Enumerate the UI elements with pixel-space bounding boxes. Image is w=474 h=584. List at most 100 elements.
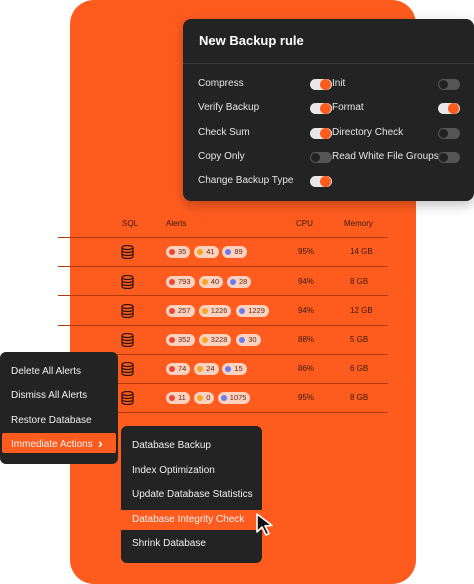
option-row: Check Sum [198,125,338,141]
option-label: Compress [198,78,244,89]
submenu-item-shrink-database[interactable]: Shrink Database [132,538,206,549]
option-label: Format [332,102,364,113]
toggle-switch[interactable] [310,103,332,114]
header-memory: Memory [344,219,373,228]
alert-count-pill[interactable]: 41 [194,246,219,258]
alert-count: 3228 [210,335,228,344]
toggle-knob [311,153,320,162]
alert-count: 1075 [229,393,247,402]
alert-dot [169,249,175,255]
option-label: Verify Backup [198,102,260,113]
toggle-knob [439,153,448,162]
alert-count-pill[interactable]: 40 [198,276,224,288]
memory-value: 8 GB [350,277,369,286]
alert-count-pill[interactable]: 30 [236,334,261,346]
mouse-pointer-icon [256,513,273,536]
memory-value: 8 GB [350,393,369,402]
alert-count: 35 [178,247,187,256]
alert-dot [201,337,208,343]
memory-value: 6 GB [350,364,369,373]
toggle-switch[interactable] [438,152,460,163]
option-label: Read White File Groups [332,151,439,162]
table-row[interactable]: 257 1226 1229 94% 12 GB [118,301,378,321]
alert-count: 41 [206,247,215,256]
option-row: Compress [198,76,338,92]
toggle-switch[interactable] [438,103,460,114]
alert-count: 11 [178,393,186,402]
memory-value: 5 GB [350,335,369,344]
alert-count: 24 [206,364,215,373]
alert-count-pill[interactable]: 28 [227,276,252,288]
option-label: Change Backup Type [198,175,294,186]
database-icon [121,362,134,376]
option-label: Init [332,78,346,89]
table-row[interactable]: 793 40 28 94% 8 GB [118,272,378,292]
alert-count-pill[interactable]: 35 [166,246,191,258]
backup-rule-dialog: New Backup rule Compress Verify Backup Che… [183,19,474,201]
toggle-knob [320,79,331,90]
alert-count-pill[interactable]: 89 [222,246,247,258]
option-row: Change Backup Type [198,173,338,189]
cpu-value: 95% [298,247,315,256]
alert-count: 30 [248,335,257,344]
toggle-knob [439,80,448,89]
row-divider [58,237,388,238]
submenu-item-index-optimization[interactable]: Index Optimization [132,465,215,476]
toggle-switch[interactable] [310,79,332,90]
database-icon [121,391,134,405]
table-row[interactable]: 11 0 1075 95% 8 GB [118,388,378,408]
database-icon [121,304,134,318]
toggle-switch[interactable] [438,79,460,90]
alert-count-pill[interactable]: 257 [166,305,195,317]
alert-count-pill[interactable]: 1229 [236,305,269,317]
option-label: Directory Check [332,127,404,138]
alert-dot [201,279,208,285]
submenu-item-update-database-statistics[interactable]: Update Database Statistics [132,489,253,500]
context-menu: Delete All Alerts Dismiss All Alerts Res… [0,352,118,464]
alert-count-pill[interactable]: 11 [166,392,190,404]
submenu-item-database-integrity-check[interactable]: Database Integrity Check [132,514,244,525]
alert-count: 40 [210,277,220,286]
alert-count-pill[interactable]: 1226 [198,305,232,317]
alert-count-pill[interactable]: 1075 [217,392,251,404]
row-divider [58,295,388,296]
toggle-switch[interactable] [310,152,332,163]
alert-count-pill[interactable]: 24 [194,363,219,375]
row-divider [58,325,388,326]
menu-item-dismiss-all-alerts[interactable]: Dismiss All Alerts [11,390,87,401]
toggle-switch[interactable] [310,176,332,187]
table-row[interactable]: 35 41 89 95% 14 GB [118,242,378,262]
alert-count: 793 [178,277,191,286]
menu-item-immediate-actions[interactable]: Immediate Actions [11,439,93,450]
alert-count-pill[interactable]: 74 [166,363,191,375]
alert-dot [225,249,232,255]
alert-dot [169,308,175,314]
alert-count-pill[interactable]: 3228 [198,334,232,346]
alert-dot [220,395,227,401]
alert-count-pill[interactable]: 0 [194,392,215,404]
table-row[interactable]: 74 24 15 86% 6 GB [118,359,378,379]
alert-count-pill[interactable]: 15 [222,363,247,375]
memory-value: 14 GB [350,247,373,256]
table-row[interactable]: 352 3228 30 88% 5 GB [118,330,378,350]
toggle-knob [320,103,331,114]
alert-dot [230,279,236,285]
menu-item-restore-database[interactable]: Restore Database [11,415,92,426]
alert-dot [239,308,246,314]
alert-count-pill[interactable]: 352 [166,334,195,346]
dialog-title: New Backup rule [199,33,304,48]
option-row: Verify Backup [198,100,338,116]
cpu-value: 94% [298,306,315,315]
cpu-value: 94% [298,277,315,286]
toggle-switch[interactable] [310,128,332,139]
submenu-item-database-backup[interactable]: Database Backup [132,440,211,451]
toggle-switch[interactable] [438,128,460,139]
database-icon [121,275,134,289]
cpu-value: 95% [298,393,315,402]
menu-item-delete-all-alerts[interactable]: Delete All Alerts [11,366,81,377]
alert-count-pill[interactable]: 793 [166,276,195,288]
header-sql: SQL [122,219,139,228]
chevron-right-icon: › [98,435,103,451]
alert-count: 257 [178,306,191,315]
alert-dot [197,395,204,401]
